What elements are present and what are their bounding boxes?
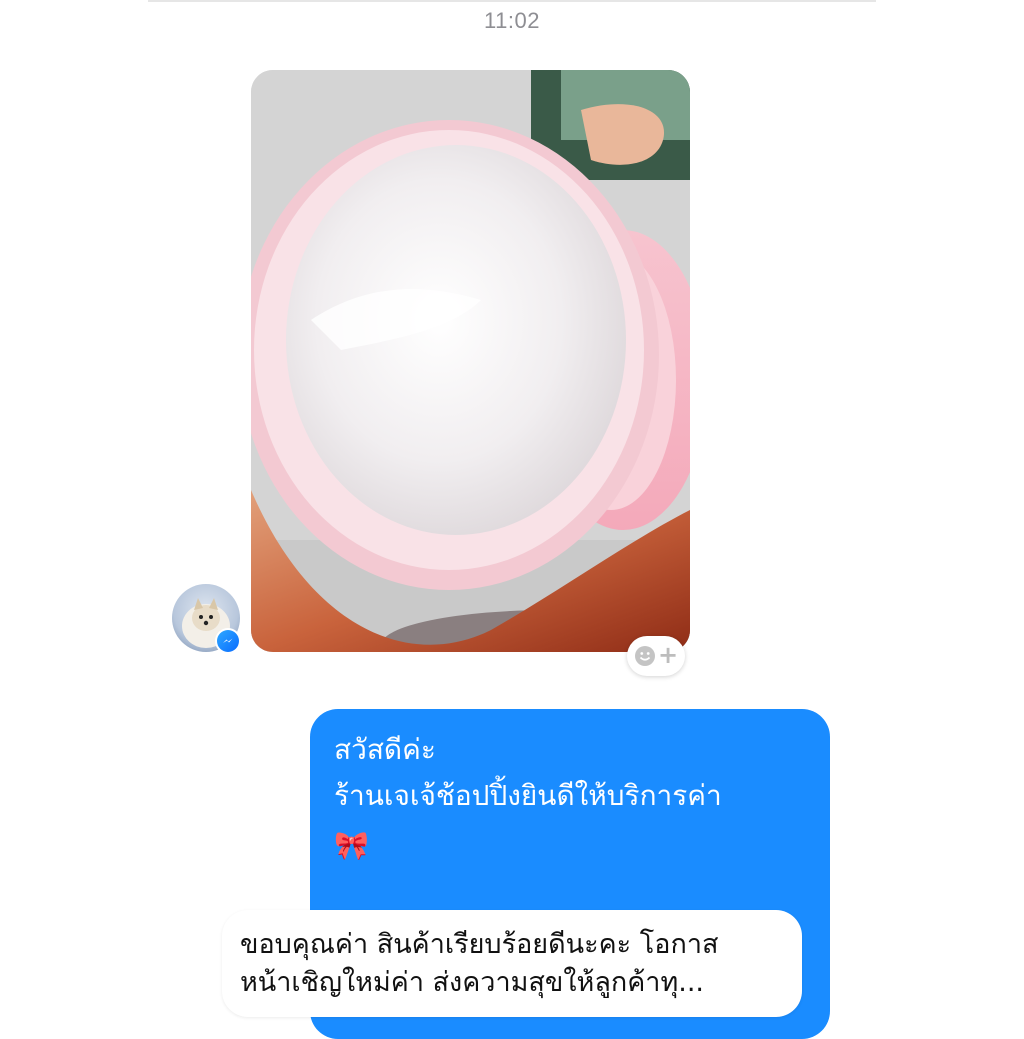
add-reaction-icon xyxy=(634,646,655,666)
messenger-badge xyxy=(215,628,241,654)
message-timestamp: 11:02 xyxy=(484,8,540,33)
outgoing-message-line-2: ร้านเจเจ้ช้อปปิ้งยินดีให้บริการค่า xyxy=(334,779,722,812)
ribbon-emoji: 🎀 xyxy=(334,829,369,862)
reaction-plus-label: + xyxy=(657,641,679,669)
photo-attachment[interactable] xyxy=(251,70,690,652)
messenger-icon xyxy=(223,638,233,643)
overlay-caption: ขอบคุณค่า สินค้าเรียบร้อยดีนะคะ โอกาส หน… xyxy=(222,910,802,1017)
top-divider xyxy=(148,0,876,2)
overlay-caption-line-2: หน้าเชิญใหม่ค่า ส่งความสุขให้ลูกค้าทุ... xyxy=(240,967,704,998)
outgoing-message-line-1: สวัสดีค่ะ xyxy=(334,733,436,766)
add-reaction-button[interactable]: + xyxy=(627,636,685,676)
photo-attachment-icon xyxy=(251,70,690,652)
overlay-caption-line-1: ขอบคุณค่า สินค้าเรียบร้อยดีนะคะ โอกาส xyxy=(240,929,719,960)
